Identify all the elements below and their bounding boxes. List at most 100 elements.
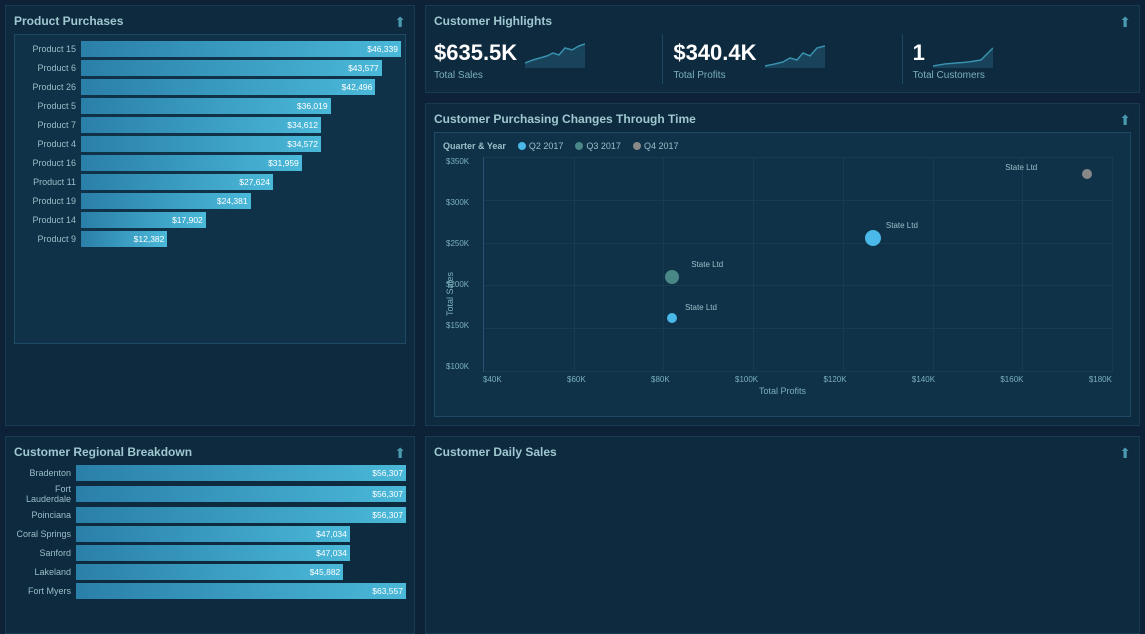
scatter-chart[interactable]: Quarter & Year Q2 2017 Q3 2017 Q4 2017 T…	[434, 132, 1131, 417]
y-label-150k: $150K	[446, 321, 469, 330]
bar-label: Product 15	[19, 44, 81, 54]
scatter-label-2: State Ltd	[691, 260, 723, 269]
regional-bar-label: Poinciana	[14, 510, 76, 520]
bar-fill: $46,339	[81, 41, 401, 57]
bar-fill: $36,019	[81, 98, 331, 114]
regional-bar-chart[interactable]: Bradenton $56,307 Fort Lauderdale $56,30…	[14, 465, 406, 625]
table-row: Product 16 $31,959	[19, 155, 401, 171]
table-row: Product 6 $43,577	[19, 60, 401, 76]
x-label-140k: $140K	[912, 375, 935, 384]
bar-track: $42,496	[81, 79, 401, 95]
regional-bar-fill: $56,307	[76, 486, 406, 502]
total-customers-value: 1	[913, 40, 925, 66]
bar-label: Product 7	[19, 120, 81, 130]
customer-regional-panel: Customer Regional Breakdown ⬆ Bradenton …	[5, 436, 415, 634]
scatter-label-4: State Ltd	[1005, 163, 1037, 172]
x-axis-labels: $40K $60K $80K $100K $120K $140K $160K $…	[483, 375, 1112, 384]
x-label-160k: $160K	[1000, 375, 1023, 384]
grid-h-1	[484, 200, 1112, 201]
grid-h-3	[484, 285, 1112, 286]
x-label-40k: $40K	[483, 375, 502, 384]
product-purchases-chart[interactable]: Product 15 $46,339 Product 6 $43,577 Pro…	[14, 34, 406, 344]
table-row: Poinciana $56,307	[14, 507, 406, 523]
scatter-dot-4	[1082, 169, 1092, 179]
customer-highlights-icon: ⬆	[1119, 14, 1131, 31]
legend-q3-dot	[575, 142, 583, 150]
regional-bar-fill: $45,882	[76, 564, 343, 580]
bar-track: $17,902	[81, 212, 401, 228]
grid-v-7	[1112, 157, 1113, 371]
divider-1	[662, 34, 663, 84]
legend-q2-dot	[518, 142, 526, 150]
regional-bar-label: Fort Lauderdale	[14, 484, 76, 504]
bar-label: Product 19	[19, 196, 81, 206]
highlight-total-profits: $340.4K Total Profits	[673, 38, 891, 81]
bar-value: $27,624	[239, 177, 270, 187]
customer-daily-icon: ⬆	[1119, 445, 1131, 462]
regional-bar-label: Lakeland	[14, 567, 76, 577]
grid-v-3	[753, 157, 754, 371]
bar-fill: $12,382	[81, 231, 167, 247]
divider-2	[902, 34, 903, 84]
bar-label: Product 4	[19, 139, 81, 149]
bar-track: $27,624	[81, 174, 401, 190]
grid-v-5	[933, 157, 934, 371]
bar-fill: $24,381	[81, 193, 251, 209]
total-profits-value: $340.4K	[673, 40, 756, 66]
bar-value: $34,572	[287, 139, 318, 149]
bar-label: Product 14	[19, 215, 81, 225]
bar-label: Product 16	[19, 158, 81, 168]
legend-q3: Q3 2017	[575, 141, 621, 151]
bar-value: $36,019	[297, 101, 328, 111]
table-row: Product 15 $46,339	[19, 41, 401, 57]
bar-fill: $31,959	[81, 155, 302, 171]
table-row: Product 7 $34,612	[19, 117, 401, 133]
total-customers-sparkline	[933, 38, 993, 68]
scatter-plot: $350K $300K $250K $200K $150K $100K Stat…	[483, 157, 1112, 372]
scatter-area: Total Sales $350K $300	[443, 157, 1122, 396]
regional-bar-value: $56,307	[372, 489, 403, 499]
table-row: Fort Myers $63,557	[14, 583, 406, 599]
table-row: Product 5 $36,019	[19, 98, 401, 114]
customer-regional-icon: ⬆	[394, 445, 406, 462]
regional-bar-value: $47,034	[316, 548, 347, 558]
regional-bar-label: Coral Springs	[14, 529, 76, 539]
product-purchases-icon: ⬆	[394, 14, 406, 31]
total-customers-label: Total Customers	[913, 70, 1131, 81]
table-row: Bradenton $56,307	[14, 465, 406, 481]
y-label-300k: $300K	[446, 198, 469, 207]
highlights-row: $635.5K Total Sales $340.4K	[434, 34, 1131, 84]
table-row: Lakeland $45,882	[14, 564, 406, 580]
table-row: Fort Lauderdale $56,307	[14, 484, 406, 504]
bar-fill: $34,572	[81, 136, 321, 152]
bar-label: Product 6	[19, 63, 81, 73]
y-label-200k: $200K	[446, 280, 469, 289]
bar-value: $17,902	[172, 215, 203, 225]
bar-value: $34,612	[287, 120, 318, 130]
bar-value: $31,959	[268, 158, 299, 168]
legend-q4-label: Q4 2017	[644, 141, 679, 151]
bar-track: $31,959	[81, 155, 401, 171]
bar-track: $43,577	[81, 60, 401, 76]
scatter-label-1: State Ltd	[685, 303, 717, 312]
bar-track: $46,339	[81, 41, 401, 57]
regional-bar-value: $45,882	[310, 567, 341, 577]
bar-value: $42,496	[342, 82, 373, 92]
regional-bar-fill: $63,557	[76, 583, 406, 599]
bar-value: $46,339	[367, 44, 398, 54]
legend-q4-dot	[633, 142, 641, 150]
regional-bar-fill: $47,034	[76, 545, 350, 561]
highlight-total-sales: $635.5K Total Sales	[434, 38, 652, 81]
total-sales-value: $635.5K	[434, 40, 517, 66]
product-purchases-title: Product Purchases	[14, 14, 406, 28]
regional-bar-value: $63,557	[372, 586, 403, 596]
regional-bar-label: Sanford	[14, 548, 76, 558]
bar-track: $12,382	[81, 231, 401, 247]
legend-q4: Q4 2017	[633, 141, 679, 151]
bar-fill: $17,902	[81, 212, 206, 228]
regional-bar-fill: $47,034	[76, 526, 350, 542]
regional-bar-value: $56,307	[372, 510, 403, 520]
y-label-250k: $250K	[446, 239, 469, 248]
grid-h-2	[484, 243, 1112, 244]
product-purchases-panel: Product Purchases ⬆ Product 15 $46,339 P…	[5, 5, 415, 426]
